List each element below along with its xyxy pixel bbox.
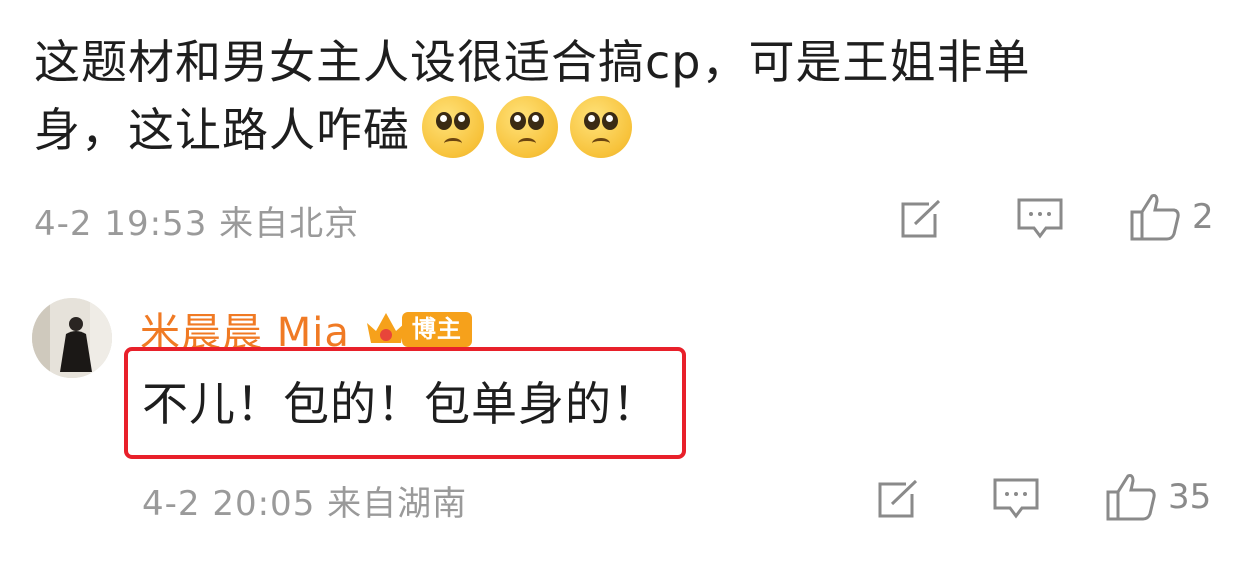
share-icon [901,199,941,238]
pleading-face-emoji-icon [496,96,558,158]
pleading-face-emoji-icon [422,96,484,158]
comment-time-location: 4-2 19:53 来自北京 [34,204,360,244]
share-button[interactable] [874,478,920,520]
crown-icon [364,309,408,349]
reply-text: 不儿！包的！包单身的！ [142,377,659,431]
comment-button[interactable] [992,476,1040,522]
comment-text-line-1: 这题材和男女主人设很适合搞cp，可是王姐非单 [34,35,1031,89]
like-button[interactable]: 35 [1104,472,1211,522]
like-count: 2 [1192,197,1214,237]
share-icon [878,479,918,518]
comment-button[interactable] [1016,196,1064,242]
blogger-badge: 博主 [364,309,472,349]
comment-text-line-2: 身，这让路人咋磕 [34,96,1154,164]
like-icon [1106,474,1156,521]
like-count: 35 [1168,477,1212,517]
avatar[interactable] [32,298,112,378]
badge-label: 博主 [401,311,472,347]
like-button[interactable]: 2 [1128,192,1214,242]
reply-time-location: 4-2 20:05 来自湖南 [142,484,468,524]
comment-text: 这题材和男女主人设很适合搞cp，可是王姐非单 身，这让路人咋磕 [34,28,1154,164]
share-button[interactable] [897,198,943,240]
like-icon [1130,194,1180,241]
comment-icon [1017,198,1063,239]
avatar-image [32,298,112,378]
pleading-face-emoji-icon [570,96,632,158]
comment-text-line-2-content: 身，这让路人咋磕 [34,103,410,157]
comment-icon [993,478,1039,519]
